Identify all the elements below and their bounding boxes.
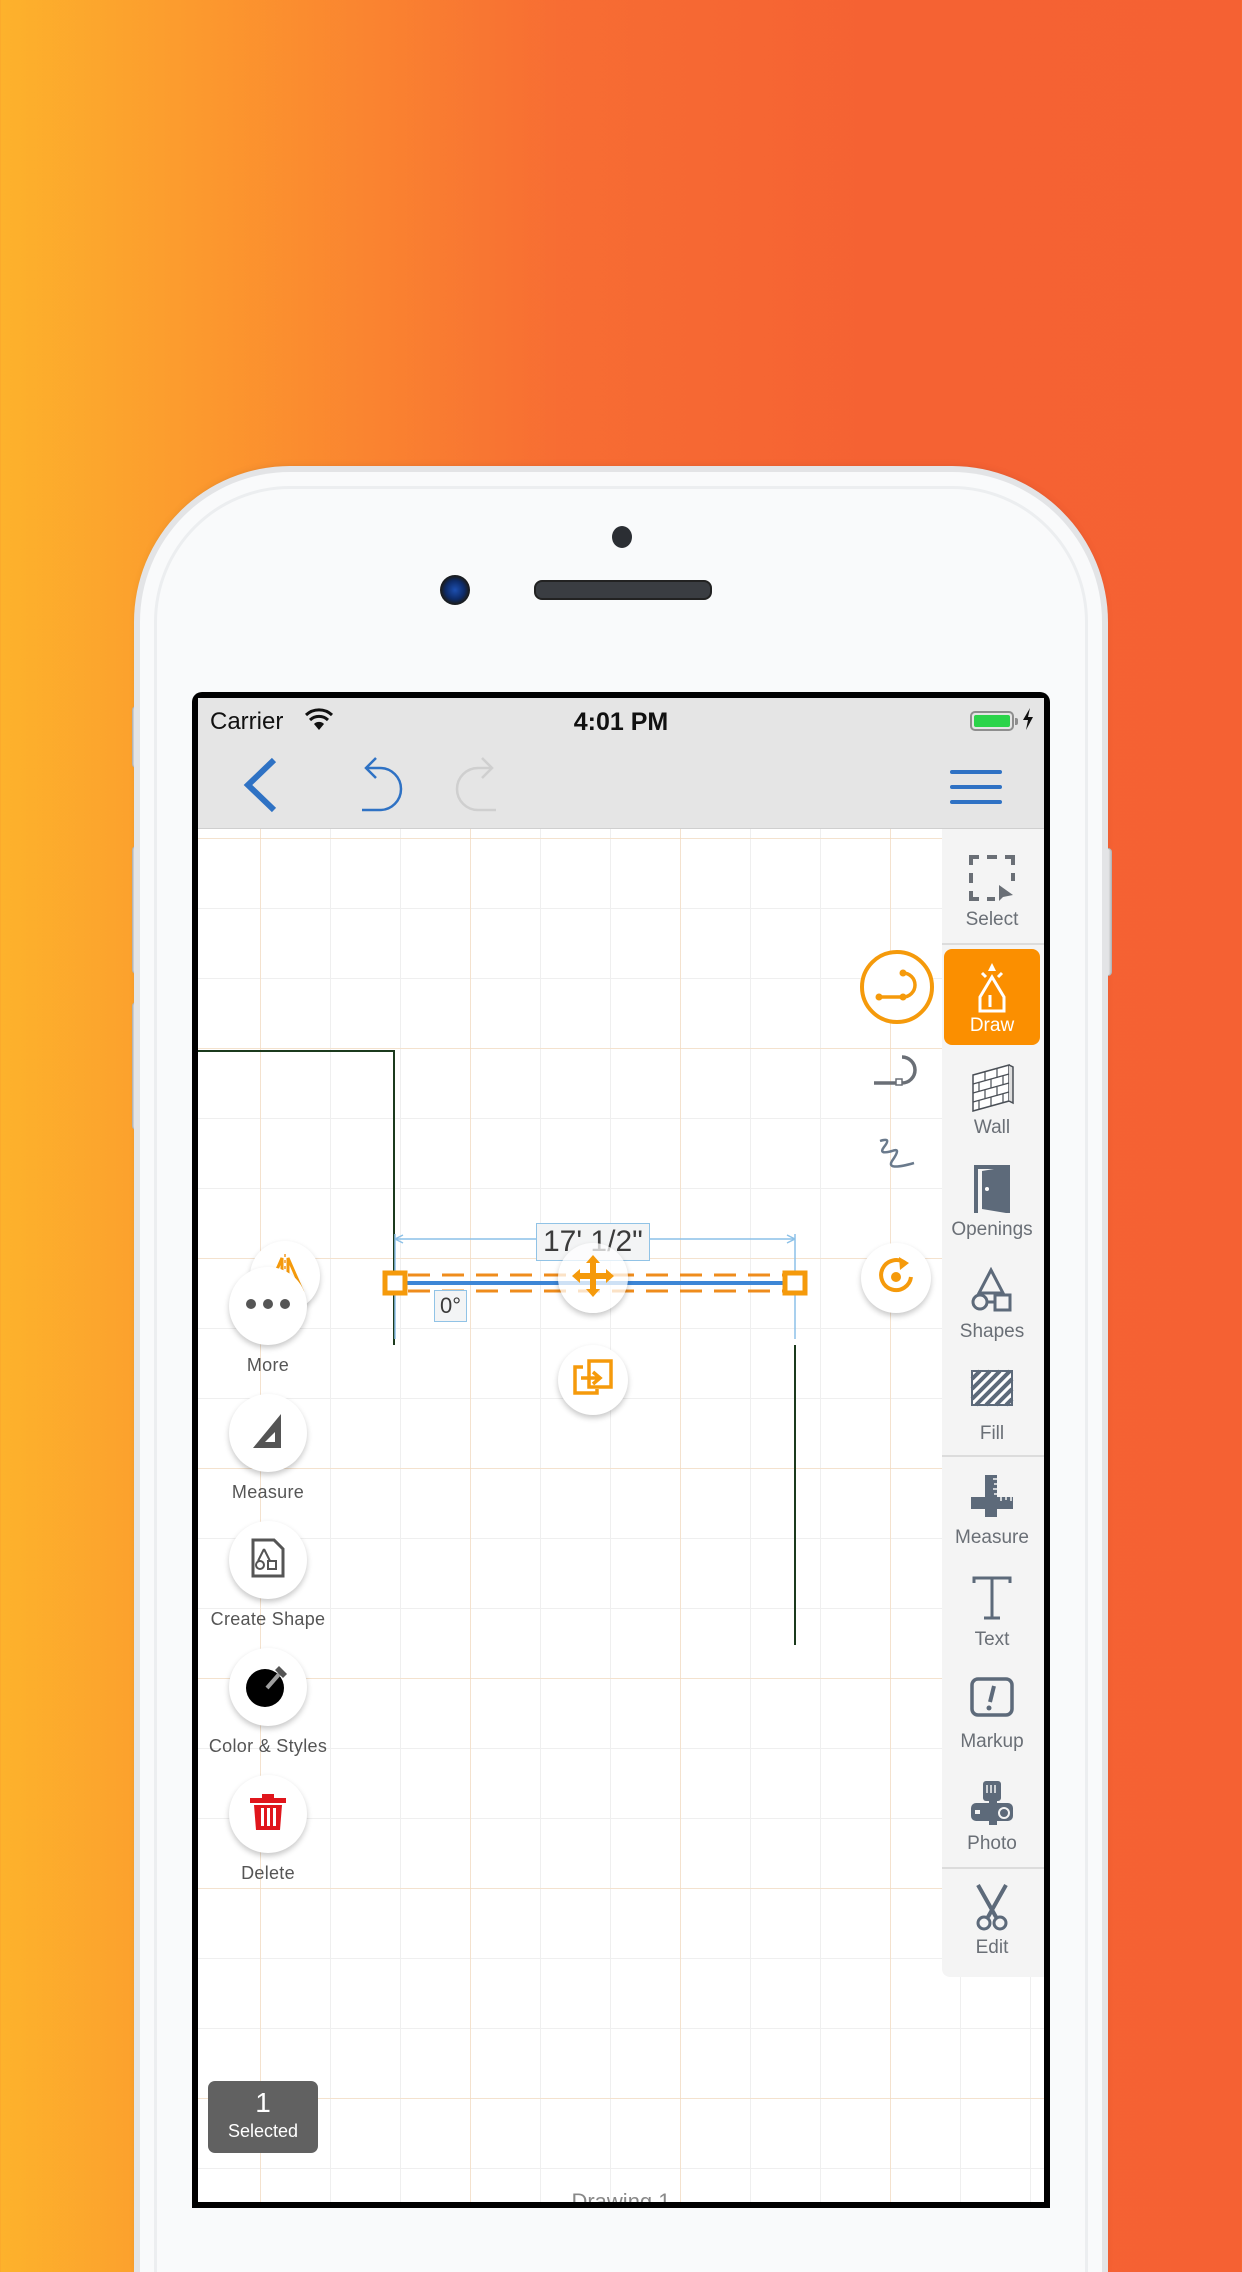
undo-icon[interactable] — [358, 754, 410, 821]
line-arc-icon — [872, 1053, 922, 1094]
delete-button[interactable] — [229, 1775, 307, 1853]
create-shape-icon — [250, 1537, 286, 1584]
status-time: 4:01 PM — [573, 708, 669, 736]
color-styles-button[interactable] — [229, 1648, 307, 1726]
tool-select-label: Select — [965, 909, 1019, 930]
set-square-icon — [251, 1412, 285, 1455]
measure-action[interactable]: Measure — [198, 1394, 338, 1503]
door-icon — [972, 1165, 1012, 1215]
create-shape-action[interactable]: Create Shape — [198, 1521, 338, 1630]
tool-text[interactable]: Text — [944, 1563, 1040, 1659]
wall-segment-top[interactable] — [198, 1050, 395, 1052]
toolbar-divider — [942, 1867, 1044, 1869]
shapes-icon — [969, 1266, 1015, 1317]
subtool-polyline-arc[interactable] — [854, 949, 940, 1029]
duplicate-icon — [573, 1358, 613, 1402]
more-button[interactable] — [229, 1267, 307, 1345]
move-arrows-icon — [570, 1253, 616, 1304]
tool-photo[interactable]: Photo — [944, 1767, 1040, 1863]
tool-wall-label: Wall — [973, 1117, 1011, 1138]
tool-openings[interactable]: Openings — [944, 1153, 1040, 1249]
draw-subtools — [854, 949, 940, 1199]
tool-shapes-label: Shapes — [959, 1321, 1025, 1342]
tool-photo-label: Photo — [967, 1833, 1017, 1854]
toolbar-divider — [942, 943, 1044, 945]
tool-fill[interactable]: Fill — [944, 1357, 1040, 1453]
more-action[interactable]: More — [198, 1267, 338, 1376]
wall-segment-right-vertical[interactable] — [794, 1345, 796, 1645]
tool-wall[interactable]: Wall — [944, 1051, 1040, 1147]
subtool-line-arc[interactable] — [854, 1033, 940, 1113]
tool-fill-label: Fill — [979, 1423, 1005, 1444]
tool-openings-label: Openings — [951, 1219, 1033, 1240]
endpoint-handle-left — [382, 1270, 408, 1296]
tool-draw[interactable]: Draw — [944, 949, 1040, 1045]
tool-markup-label: Markup — [960, 1731, 1024, 1752]
tool-markup[interactable]: Markup — [944, 1665, 1040, 1761]
endpoint-handle-right — [782, 1270, 808, 1296]
hatch-fill-icon — [970, 1369, 1014, 1419]
front-camera — [440, 575, 470, 605]
select-marquee-icon — [969, 855, 1015, 905]
subtool-freehand[interactable] — [854, 1117, 940, 1197]
power-button — [1102, 848, 1112, 976]
camera-icon — [969, 1779, 1015, 1829]
tool-edit[interactable]: Edit — [944, 1871, 1040, 1967]
scissors-icon — [972, 1883, 1012, 1933]
color-styles-action[interactable]: Color & Styles — [198, 1648, 338, 1757]
angle-label[interactable]: 0° — [434, 1290, 468, 1322]
tool-edit-label: Edit — [975, 1937, 1009, 1958]
more-dots-icon — [245, 1297, 291, 1315]
polyline-arc-icon — [859, 949, 935, 1030]
tool-text-label: Text — [974, 1629, 1010, 1650]
color-dropper-icon — [245, 1662, 291, 1713]
tool-measure[interactable]: Measure — [944, 1461, 1040, 1557]
toolbar-divider — [942, 1455, 1044, 1457]
tool-draw-label: Draw — [969, 1015, 1015, 1036]
duplicate-button[interactable] — [558, 1345, 628, 1415]
freehand-icon — [874, 1135, 920, 1180]
nav-bar — [198, 742, 1044, 829]
create-shape-label: Create Shape — [210, 1609, 326, 1629]
charging-bolt-icon — [1022, 708, 1034, 735]
text-t-icon — [972, 1575, 1012, 1625]
back-chevron-icon[interactable] — [240, 756, 280, 819]
tool-measure-label: Measure — [955, 1527, 1029, 1548]
measure-button[interactable] — [229, 1394, 307, 1472]
app-screen: Carrier 4:01 PM 17' 1/2" 0° More Measure… — [198, 698, 1044, 2202]
draw-pen-icon — [972, 961, 1012, 1013]
proximity-sensor — [612, 526, 632, 548]
selected-count-badge: 1 Selected — [208, 2081, 318, 2153]
hamburger-menu-icon[interactable] — [950, 768, 1002, 813]
status-bar: Carrier 4:01 PM — [198, 698, 1044, 742]
rotate-icon — [875, 1255, 917, 1302]
trash-icon — [250, 1793, 286, 1836]
delete-action[interactable]: Delete — [198, 1775, 338, 1884]
markup-exclamation-icon — [970, 1677, 1014, 1727]
drawing-canvas[interactable]: 17' 1/2" 0° More Measure Create Shape Co… — [198, 829, 1044, 2202]
tool-select[interactable]: Select — [944, 843, 1040, 939]
ruler-icon — [969, 1473, 1015, 1523]
delete-label: Delete — [241, 1863, 295, 1883]
move-button[interactable] — [558, 1243, 628, 1313]
rotate-button[interactable] — [861, 1243, 931, 1313]
more-label: More — [246, 1355, 290, 1375]
earpiece-speaker — [534, 580, 712, 600]
color-styles-label: Color & Styles — [208, 1736, 328, 1756]
selected-count: 1 — [255, 2087, 271, 2118]
phone-screen: Carrier 4:01 PM 17' 1/2" 0° More Measure… — [192, 692, 1050, 2208]
measure-label: Measure — [231, 1482, 305, 1502]
tool-sidebar: Select Draw Wall Openings Shapes Fill Me… — [942, 829, 1044, 1977]
brick-wall-icon — [969, 1063, 1015, 1113]
redo-icon[interactable] — [448, 754, 500, 821]
drawing-name[interactable]: Drawing 1 — [198, 2189, 1044, 2202]
tool-shapes[interactable]: Shapes — [944, 1255, 1040, 1351]
create-shape-button[interactable] — [229, 1521, 307, 1599]
battery-icon — [970, 711, 1018, 731]
selected-count-label: Selected — [227, 2121, 299, 2141]
